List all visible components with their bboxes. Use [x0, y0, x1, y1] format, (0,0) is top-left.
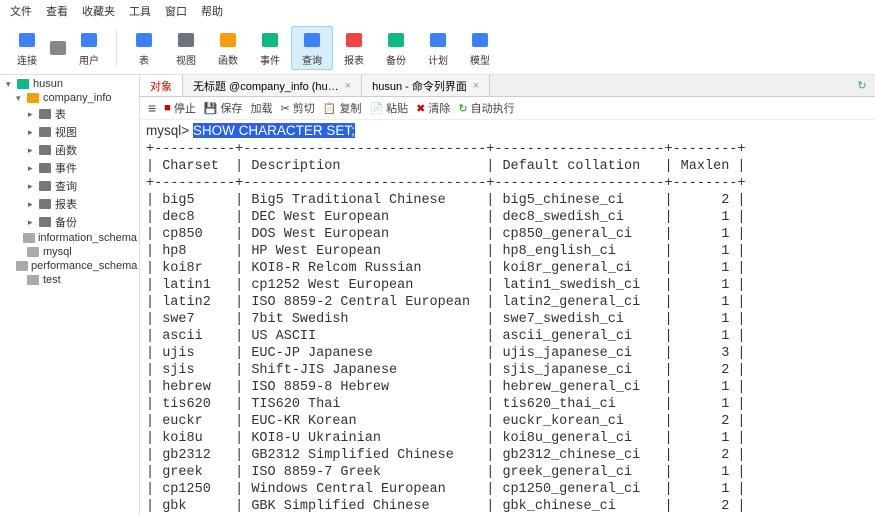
ev-icon — [38, 162, 52, 174]
qr-icon — [38, 180, 52, 192]
sch-g-icon — [23, 232, 35, 244]
视图-icon — [175, 29, 197, 51]
报表-icon — [343, 29, 365, 51]
sch-icon — [26, 92, 40, 104]
refresh-icon[interactable]: ↻ — [849, 75, 875, 96]
查询-icon — [301, 29, 323, 51]
用户-icon — [78, 29, 100, 51]
main-toolbar: 连接用户表视图函数事件查询报表备份计划模型 — [0, 22, 875, 75]
control-bar: ≡ ■停止 💾保存 加载 ✂剪切 📋复制 📄粘贴 ✖清除 ↻自动执行 — [140, 97, 875, 120]
tree-item[interactable]: ▸视图 — [2, 123, 137, 141]
sch-g-icon — [16, 260, 28, 272]
tree-item[interactable]: performance_schema — [2, 259, 137, 273]
fn-icon — [38, 144, 52, 156]
toolbar-表[interactable]: 表 — [123, 27, 165, 69]
menubar: 文件查看收藏夹工具窗口帮助 — [0, 0, 875, 22]
模型-icon — [469, 29, 491, 51]
tree-item[interactable]: ▸表 — [2, 105, 137, 123]
备份-icon — [385, 29, 407, 51]
连接-icon — [16, 29, 38, 51]
toolbar-查询[interactable]: 查询 — [291, 26, 333, 70]
menu-item[interactable]: 文件 — [10, 3, 32, 19]
计划-icon — [427, 29, 449, 51]
load-button[interactable]: 加载 — [251, 100, 273, 116]
db-icon — [16, 78, 30, 90]
autorun-button[interactable]: ↻自动执行 — [458, 100, 514, 116]
sql-terminal[interactable]: mysql> SHOW CHARACTER SET; +----------+-… — [140, 120, 875, 515]
paste-button[interactable]: 📄粘贴 — [369, 100, 408, 116]
tree-item[interactable]: ▸查询 — [2, 177, 137, 195]
connection-tree: ▾husun▾company_info▸表▸视图▸函数▸事件▸查询▸报表▸备份i… — [0, 75, 139, 289]
事件-icon — [259, 29, 281, 51]
bk-icon — [38, 216, 52, 228]
menu-item[interactable]: 工具 — [129, 3, 151, 19]
vw-icon — [38, 126, 52, 138]
save-button[interactable]: 💾保存 — [204, 100, 243, 116]
cut-button[interactable]: ✂剪切 — [281, 100, 315, 116]
tree-item[interactable]: ▾husun — [2, 77, 137, 91]
toolbar-视图[interactable]: 视图 — [165, 27, 207, 69]
content-area: 对象无标题 @company_info (hu…×husun - 命令列界面× ↻… — [140, 75, 875, 515]
editor-tabs: 对象无标题 @company_info (hu…×husun - 命令列界面× ↻ — [140, 75, 875, 97]
clear-button[interactable]: ✖清除 — [416, 100, 450, 116]
hamburger-icon[interactable]: ≡ — [148, 100, 156, 116]
stop-button[interactable]: ■停止 — [164, 100, 196, 116]
tbl-icon — [38, 108, 52, 120]
close-icon[interactable]: × — [473, 80, 479, 92]
tree-item[interactable]: mysql — [2, 245, 137, 259]
toolbar-用户[interactable]: 用户 — [68, 27, 110, 69]
tab[interactable]: 无标题 @company_info (hu…× — [183, 75, 362, 96]
toolbar-模型[interactable]: 模型 — [459, 27, 501, 69]
menu-item[interactable]: 窗口 — [165, 3, 187, 19]
toolbar-备份[interactable]: 备份 — [375, 27, 417, 69]
tab[interactable]: 对象 — [140, 75, 183, 96]
close-icon[interactable]: × — [345, 80, 351, 92]
menu-item[interactable]: 收藏夹 — [82, 3, 115, 19]
tree-item[interactable]: ▸函数 — [2, 141, 137, 159]
tree-item[interactable]: ▸报表 — [2, 195, 137, 213]
tree-item[interactable]: ▸备份 — [2, 213, 137, 231]
toolbar-连接[interactable]: 连接 — [6, 27, 48, 69]
sch-g-icon — [26, 246, 40, 258]
tool-icon — [47, 37, 69, 59]
toolbar-事件[interactable]: 事件 — [249, 27, 291, 69]
tree-item[interactable]: test — [2, 273, 137, 287]
tree-item[interactable]: ▾company_info — [2, 91, 137, 105]
copy-button[interactable]: 📋复制 — [323, 100, 362, 116]
sidebar: ▾husun▾company_info▸表▸视图▸函数▸事件▸查询▸报表▸备份i… — [0, 75, 140, 515]
表-icon — [133, 29, 155, 51]
tab[interactable]: husun - 命令列界面× — [362, 75, 490, 96]
rp-icon — [38, 198, 52, 210]
menu-item[interactable]: 查看 — [46, 3, 68, 19]
tree-item[interactable]: ▸事件 — [2, 159, 137, 177]
toolbar-计划[interactable]: 计划 — [417, 27, 459, 69]
sch-g-icon — [26, 274, 40, 286]
toolbar-函数[interactable]: 函数 — [207, 27, 249, 69]
toolbar-dropdown[interactable] — [48, 35, 68, 61]
menu-item[interactable]: 帮助 — [201, 3, 223, 19]
函数-icon — [217, 29, 239, 51]
toolbar-报表[interactable]: 报表 — [333, 27, 375, 69]
tree-item[interactable]: information_schema — [2, 231, 137, 245]
